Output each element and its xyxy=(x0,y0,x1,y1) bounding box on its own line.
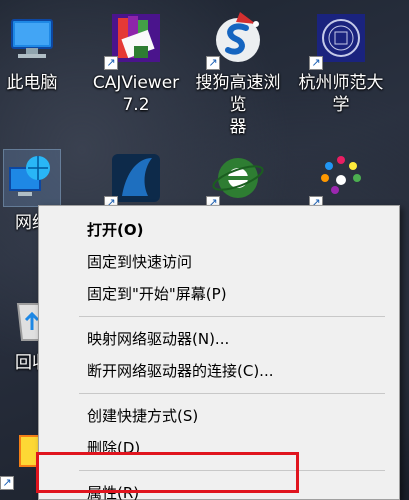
shortcut-arrow-icon: ↗ xyxy=(104,56,118,70)
menu-separator xyxy=(79,393,385,394)
network-globe-icon xyxy=(3,149,61,207)
desktop-icon-app-dots[interactable]: ↗ xyxy=(291,150,391,210)
browser-e-icon: ↗ xyxy=(206,150,266,210)
desktop-icon-label: 杭州师范大学 xyxy=(298,73,384,115)
desktop-icon-sogou-browser[interactable]: ↗ 搜狗高速浏览 器 xyxy=(188,10,288,138)
menu-item-map-network-drive[interactable]: 映射网络驱动器(N)... xyxy=(39,323,399,355)
shortcut-arrow-icon: ↗ xyxy=(206,56,220,70)
colorful-dots-icon: ↗ xyxy=(309,150,369,210)
sogou-browser-icon: ↗ xyxy=(206,10,266,70)
shortcut-arrow-icon: ↗ xyxy=(309,56,323,70)
computer-icon xyxy=(4,10,60,66)
app-fin-icon: ↗ xyxy=(104,150,164,210)
desktop-icon-label: 此电脑 xyxy=(6,73,58,93)
desktop-icon-hznu[interactable]: ↗ 杭州师范大学 xyxy=(291,10,391,116)
desktop-icon-cajviewer[interactable]: ↗ CAJViewer 7.2 xyxy=(86,10,186,116)
cajviewer-icon: ↗ xyxy=(104,10,164,70)
desktop-icon-app-sailfish[interactable]: ↗ xyxy=(86,150,186,210)
menu-item-create-shortcut[interactable]: 创建快捷方式(S) xyxy=(39,400,399,432)
menu-item-pin-start[interactable]: 固定到"开始"屏幕(P) xyxy=(39,278,399,310)
menu-separator xyxy=(79,316,385,317)
menu-item-pin-quick-access[interactable]: 固定到快速访问 xyxy=(39,246,399,278)
shortcut-arrow-icon: ↗ xyxy=(0,476,14,490)
desktop-icon-label: CAJViewer 7.2 xyxy=(92,73,180,115)
properties-highlight-box xyxy=(36,452,299,493)
university-seal-icon: ↗ xyxy=(309,10,369,70)
desktop-icon-label: 搜狗高速浏览 器 xyxy=(195,73,281,137)
desktop-icon-app-browser-e[interactable]: ↗ xyxy=(188,150,288,210)
menu-item-open[interactable]: 打开(O) xyxy=(39,214,399,246)
menu-item-disconnect-network-drive[interactable]: 断开网络驱动器的连接(C)... xyxy=(39,355,399,387)
desktop-icon-this-pc[interactable]: 此电脑 xyxy=(0,10,82,94)
